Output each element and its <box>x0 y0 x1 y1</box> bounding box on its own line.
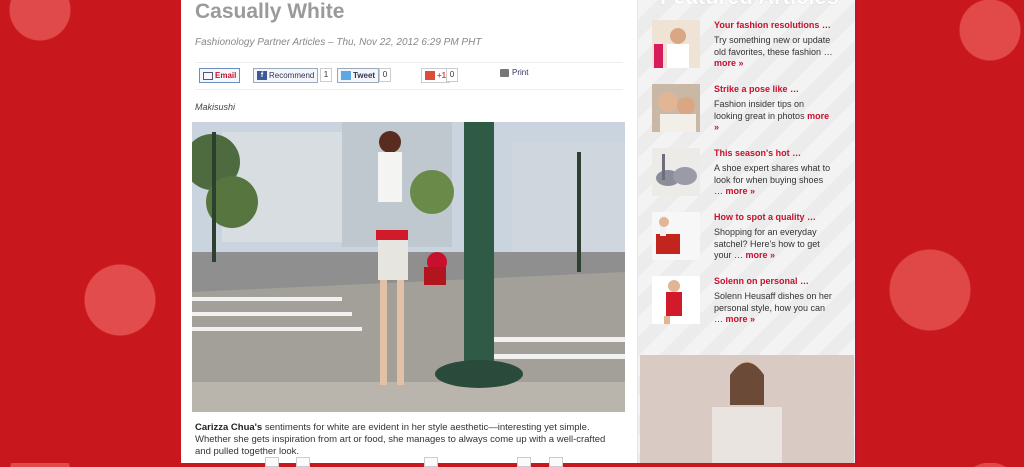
thumbnail-image <box>652 276 700 324</box>
featured-thumbnail[interactable] <box>652 148 700 196</box>
sidebar-runway-photo[interactable] <box>640 355 854 463</box>
featured-thumbnail[interactable] <box>652 84 700 132</box>
tweet-button[interactable]: Tweet <box>337 68 380 83</box>
thumbnail-image <box>652 148 700 196</box>
featured-desc: Fashion insider tips on looking great in… <box>714 99 834 134</box>
featured-title[interactable]: How to spot a quality … <box>714 212 816 222</box>
more-link[interactable]: more » <box>726 186 756 196</box>
sidebar-divider <box>855 0 857 463</box>
print-button[interactable]: Print <box>500 68 528 77</box>
email-button[interactable]: Email <box>199 68 241 83</box>
featured-title[interactable]: Your fashion resolutions … <box>714 20 831 30</box>
pager-button[interactable] <box>549 457 563 467</box>
featured-thumbnail[interactable] <box>652 276 700 324</box>
printer-icon <box>500 68 509 77</box>
featured-desc-text: Try something new or update old favorite… <box>714 35 833 57</box>
featured-heading: Featured Articles <box>660 0 839 10</box>
more-link[interactable]: more » <box>746 250 776 260</box>
pager-button[interactable] <box>424 457 438 467</box>
photo-caption: Makisushi <box>195 102 236 112</box>
content-page: Casually White Fashionology Partner Arti… <box>181 0 857 467</box>
article-byline: Fashionology Partner Articles – Thu, Nov… <box>195 37 482 48</box>
pager-button[interactable] <box>517 457 531 467</box>
featured-desc: A shoe expert shares what to look for wh… <box>714 163 834 198</box>
thumbnail-image <box>652 84 700 132</box>
share-bar: Email f Recommend 1 Tweet 0 +1 0 Print <box>195 62 623 90</box>
tweet-count: 0 <box>379 68 391 82</box>
featured-desc-text: Fashion insider tips on looking great in… <box>714 99 805 121</box>
runway-image <box>640 355 854 463</box>
email-label: Email <box>215 71 237 80</box>
article-photo <box>192 122 625 412</box>
featured-thumbnail[interactable] <box>652 20 700 68</box>
featured-desc: Try something new or update old favorite… <box>714 35 834 70</box>
gplus-label: +1 <box>437 71 447 80</box>
thumbnail-image <box>652 212 700 260</box>
envelope-icon <box>203 71 213 80</box>
more-link[interactable]: more » <box>714 58 744 68</box>
more-link[interactable]: more » <box>726 314 756 324</box>
facebook-recommend-button[interactable]: f Recommend <box>253 68 319 83</box>
google-plus-icon <box>425 71 435 80</box>
featured-title[interactable]: This season's hot … <box>714 148 801 158</box>
featured-thumbnail[interactable] <box>652 212 700 260</box>
featured-desc: Solenn Heusaff dishes on her personal st… <box>714 291 834 326</box>
featured-title[interactable]: Solenn on personal … <box>714 276 809 286</box>
recommend-label: Recommend <box>269 71 315 80</box>
print-label: Print <box>512 68 529 77</box>
body-name: Carizza Chua's <box>195 422 263 433</box>
gplus-count: 0 <box>446 68 458 82</box>
article-title: Casually White <box>195 0 345 23</box>
street-photo-illustration <box>192 122 625 412</box>
article-body: Carizza Chua's sentiments for white are … <box>195 422 623 458</box>
featured-desc: Shopping for an everyday satchel? Here's… <box>714 227 834 262</box>
featured-sidebar: Featured Articles Your fashion resolutio… <box>637 0 857 463</box>
recommend-count: 1 <box>320 68 332 82</box>
pager-button[interactable] <box>296 457 310 467</box>
tweet-label: Tweet <box>353 71 376 80</box>
pager-button[interactable] <box>265 457 279 467</box>
thumbnail-image <box>652 20 700 68</box>
twitter-icon <box>341 71 351 80</box>
featured-title[interactable]: Strike a pose like … <box>714 84 799 94</box>
facebook-icon: f <box>257 71 267 80</box>
